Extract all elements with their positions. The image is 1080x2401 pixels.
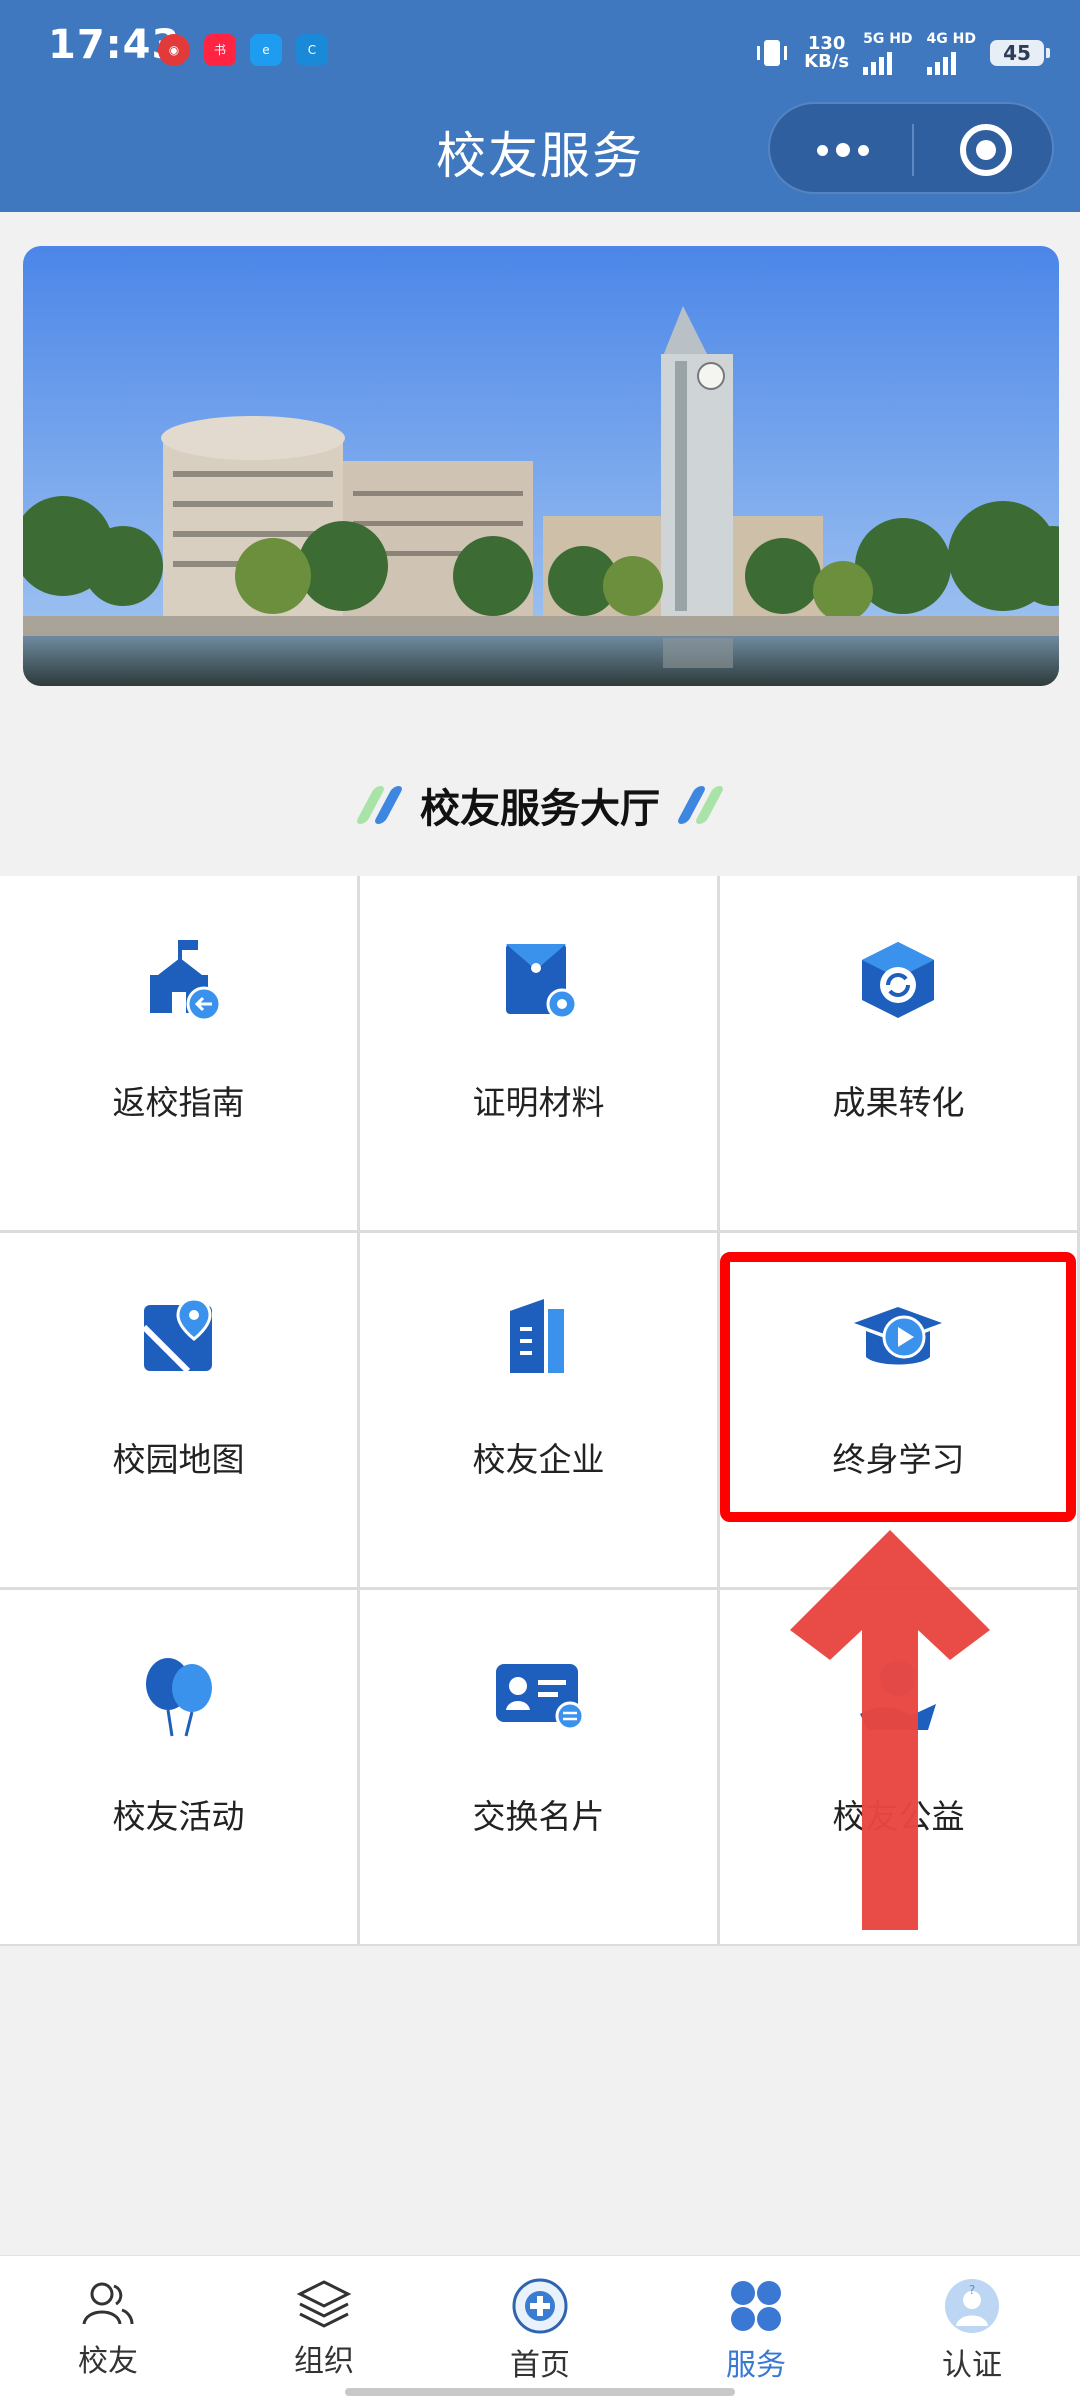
building-icon bbox=[510, 1299, 564, 1373]
people-icon bbox=[82, 2282, 134, 2325]
slash-decoration-left-icon bbox=[354, 786, 405, 824]
service-label: 证明材料 bbox=[472, 1083, 605, 1122]
school-return-icon bbox=[150, 940, 222, 1022]
status-right: 130 KB/s 5G HD 4G HD 45 bbox=[754, 28, 1050, 78]
tab-organization[interactable]: 组织 bbox=[254, 2278, 394, 2388]
service-label: 交换名片 bbox=[472, 1797, 605, 1836]
netease-music-icon: ◉ bbox=[158, 34, 190, 66]
tab-services[interactable]: 服务 bbox=[686, 2278, 826, 2388]
net-speed-unit: KB/s bbox=[804, 51, 850, 72]
service-label: 成果转化 bbox=[832, 1083, 965, 1122]
service-label: 校友企业 bbox=[472, 1440, 605, 1479]
service-item[interactable]: 证明材料 bbox=[360, 876, 717, 1230]
app-c-icon: C bbox=[296, 34, 328, 66]
service-item[interactable]: 成果转化 bbox=[720, 876, 1077, 1230]
cube-refresh-icon bbox=[862, 942, 934, 1018]
avatar-question-icon: ? bbox=[945, 2279, 999, 2333]
tab-label: 校友 bbox=[78, 2344, 138, 2379]
vibrate-icon bbox=[757, 40, 788, 66]
service-item[interactable]: 交换名片 bbox=[360, 1590, 717, 1944]
battery-indicator: 45 bbox=[990, 40, 1050, 66]
sim2-signal: 4G HD bbox=[926, 31, 976, 75]
xiaohongshu-icon: 书 bbox=[204, 34, 236, 66]
sim1-label: 5G HD bbox=[863, 31, 913, 47]
eleme-icon: e bbox=[250, 34, 282, 66]
slash-decoration-right-icon bbox=[675, 786, 726, 824]
app-header: 17:43 ◉ 书 e C 130 KB/s 5G HD 4G HD 45 校友服… bbox=[0, 0, 1080, 212]
service-item[interactable]: 校友企业 bbox=[360, 1233, 717, 1587]
campus-banner[interactable] bbox=[23, 246, 1059, 686]
four-dots-icon bbox=[731, 2281, 781, 2331]
tab-home[interactable]: 首页 bbox=[470, 2278, 610, 2388]
tab-label: 服务 bbox=[726, 2348, 786, 2383]
sim1-signal: 5G HD bbox=[863, 31, 913, 75]
capsule-divider bbox=[912, 124, 914, 176]
service-item[interactable]: 返校指南 bbox=[0, 876, 357, 1230]
school-emblem-icon bbox=[512, 2278, 568, 2334]
map-pin-icon bbox=[141, 1297, 212, 1374]
highlight-box bbox=[720, 1252, 1076, 1522]
arrow-up-icon bbox=[790, 1530, 990, 1930]
campus-photo bbox=[23, 246, 1059, 686]
business-card-icon bbox=[496, 1664, 585, 1731]
status-bar: 17:43 ◉ 书 e C 130 KB/s 5G HD 4G HD 45 bbox=[0, 0, 1080, 100]
service-label: 校友活动 bbox=[112, 1797, 245, 1836]
section-header: 校友服务大厅 bbox=[0, 770, 1080, 840]
service-item[interactable]: 校友活动 bbox=[0, 1590, 357, 1944]
bottom-tab-bar: 校友 组织 首页 服务 ? 认证 bbox=[0, 2255, 1080, 2401]
service-label: 返校指南 bbox=[112, 1083, 245, 1122]
layers-icon bbox=[296, 2280, 352, 2328]
tab-verify[interactable]: ? 认证 bbox=[902, 2278, 1042, 2388]
miniprogram-capsule bbox=[768, 102, 1054, 194]
tab-label: 认证 bbox=[942, 2348, 1002, 2383]
service-item[interactable]: 校园地图 bbox=[0, 1233, 357, 1587]
net-speed: 130 KB/s bbox=[804, 35, 849, 71]
tab-label: 首页 bbox=[510, 2348, 570, 2383]
sim2-label: 4G HD bbox=[926, 31, 976, 47]
svg-text:?: ? bbox=[969, 2283, 975, 2297]
tab-alumni[interactable]: 校友 bbox=[38, 2278, 178, 2388]
tab-label: 组织 bbox=[294, 2344, 354, 2379]
document-gear-icon bbox=[506, 944, 578, 1020]
more-dots-icon[interactable] bbox=[810, 126, 876, 174]
home-indicator[interactable] bbox=[345, 2388, 735, 2396]
balloons-icon bbox=[146, 1658, 212, 1737]
target-circle-icon[interactable] bbox=[960, 124, 1012, 176]
service-label: 校园地图 bbox=[112, 1440, 245, 1479]
section-title: 校友服务大厅 bbox=[420, 786, 660, 832]
